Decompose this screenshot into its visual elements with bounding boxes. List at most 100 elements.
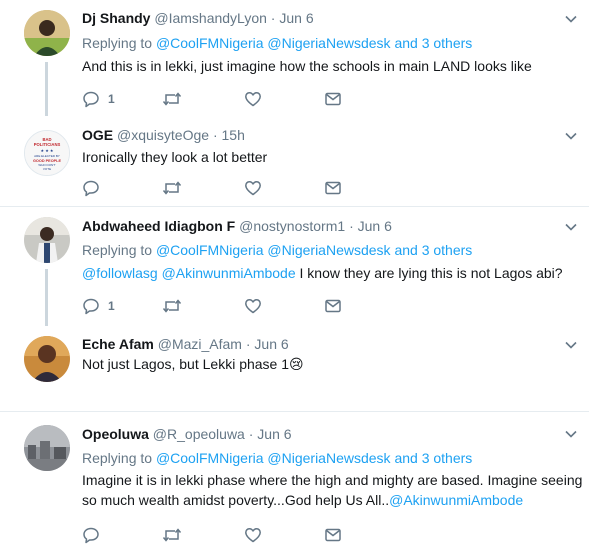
others-link[interactable]: and 3 others bbox=[394, 450, 472, 466]
like-button[interactable] bbox=[244, 525, 262, 545]
display-name[interactable]: Abdwaheed Idiagbon F bbox=[82, 218, 235, 234]
reply-button[interactable] bbox=[82, 525, 100, 545]
tweet-abdwaheed[interactable]: Abdwaheed Idiagbon F @nostynostorm1 · Ju… bbox=[0, 207, 589, 326]
direct-message-icon bbox=[324, 179, 342, 197]
separator-dot: · bbox=[212, 127, 218, 143]
separator-dot: · bbox=[248, 426, 254, 442]
retweet-icon bbox=[162, 179, 182, 197]
display-name[interactable]: Opeoluwa bbox=[82, 426, 149, 442]
avatar[interactable] bbox=[24, 217, 70, 263]
reply-count: 1 bbox=[108, 92, 115, 106]
others-link[interactable]: and 3 others bbox=[394, 35, 472, 51]
retweet-icon bbox=[162, 297, 182, 315]
tweet-header: OGE @xquisyteOge · 15h bbox=[82, 126, 245, 144]
tweet-dj-shandy[interactable]: Dj Shandy @IamshandyLyon · Jun 6 Replyin… bbox=[0, 0, 589, 116]
mention-link[interactable]: @NigeriaNewsdesk bbox=[267, 242, 390, 258]
retweet-button[interactable] bbox=[162, 525, 182, 545]
action-bar bbox=[82, 525, 382, 545]
retweet-button[interactable] bbox=[162, 89, 182, 109]
avatar[interactable] bbox=[24, 425, 70, 471]
chevron-down-icon[interactable] bbox=[564, 129, 578, 143]
mention-link[interactable]: @AkinwunmiAmbode bbox=[389, 492, 523, 508]
tweet-eche-afam[interactable]: Eche Afam @Mazi_Afam · Jun 6 Not just La… bbox=[0, 326, 589, 411]
replying-to: Replying to @CoolFMNigeria @NigeriaNewsd… bbox=[82, 34, 472, 52]
direct-message-icon bbox=[324, 526, 342, 544]
timestamp[interactable]: Jun 6 bbox=[257, 426, 291, 442]
retweet-icon bbox=[162, 526, 182, 544]
retweet-button[interactable] bbox=[162, 178, 182, 198]
like-button[interactable] bbox=[244, 89, 262, 109]
badge-line: POLITICIANS bbox=[34, 142, 61, 147]
like-button[interactable] bbox=[244, 296, 262, 316]
retweet-button[interactable] bbox=[162, 296, 182, 316]
reply-button[interactable] bbox=[82, 178, 100, 198]
action-bar: 1 bbox=[82, 296, 382, 316]
reply-button[interactable]: 1 bbox=[82, 296, 115, 316]
like-icon bbox=[244, 297, 262, 315]
avatar[interactable] bbox=[24, 336, 70, 382]
reply-icon bbox=[82, 90, 100, 108]
mention-link[interactable]: @NigeriaNewsdesk bbox=[267, 450, 390, 466]
like-button[interactable] bbox=[244, 178, 262, 198]
mention-link[interactable]: @NigeriaNewsdesk bbox=[267, 35, 390, 51]
tweet-text: Ironically they look a lot better bbox=[82, 149, 268, 165]
direct-message-button[interactable] bbox=[324, 296, 342, 316]
avatar[interactable]: BAD POLITICIANS ★ ★ ★ ARE ELECTED BY GOO… bbox=[24, 130, 70, 176]
like-icon bbox=[244, 179, 262, 197]
reply-button[interactable]: 1 bbox=[82, 89, 115, 109]
direct-message-button[interactable] bbox=[324, 89, 342, 109]
mention-link[interactable]: @followlasg bbox=[82, 265, 158, 281]
display-name[interactable]: OGE bbox=[82, 127, 113, 143]
mention-link[interactable]: @CoolFMNigeria bbox=[156, 242, 264, 258]
svg-text:★ ★ ★: ★ ★ ★ bbox=[41, 148, 54, 153]
tweet-text-line: Imagine it is in lekki phase where the h… bbox=[82, 472, 583, 488]
reply-icon bbox=[82, 179, 100, 197]
separator-dot: · bbox=[245, 336, 251, 352]
user-handle[interactable]: @Mazi_Afam bbox=[158, 336, 242, 352]
user-handle[interactable]: @nostynostorm1 bbox=[239, 218, 345, 234]
mention-link[interactable]: @AkinwunmiAmbode bbox=[162, 265, 296, 281]
tweet-oge[interactable]: BAD POLITICIANS ★ ★ ★ ARE ELECTED BY GOO… bbox=[0, 116, 589, 206]
mention-link[interactable]: @CoolFMNigeria bbox=[156, 35, 264, 51]
tweet-header: Dj Shandy @IamshandyLyon · Jun 6 bbox=[82, 9, 314, 27]
user-handle[interactable]: @IamshandyLyon bbox=[154, 10, 267, 26]
replying-prefix: Replying to bbox=[82, 450, 153, 466]
separator-dot: · bbox=[349, 218, 354, 234]
mention-link[interactable]: @CoolFMNigeria bbox=[156, 450, 264, 466]
action-bar: 1 bbox=[82, 89, 382, 109]
tweet-text-line: so much wealth amidst poverty...God help… bbox=[82, 490, 582, 510]
timestamp[interactable]: Jun 6 bbox=[254, 336, 288, 352]
display-name[interactable]: Dj Shandy bbox=[82, 10, 150, 26]
tweet-text: @followlasg @AkinwunmiAmbode I know they… bbox=[82, 263, 563, 283]
action-bar bbox=[82, 178, 382, 198]
replying-to: Replying to @CoolFMNigeria @NigeriaNewsd… bbox=[82, 241, 472, 259]
thread-line bbox=[45, 269, 48, 326]
user-handle[interactable]: @R_opeoluwa bbox=[153, 426, 245, 442]
tweet-text-body: I know they are lying this is not Lagos … bbox=[299, 265, 563, 281]
chevron-down-icon[interactable] bbox=[564, 220, 578, 234]
replying-prefix: Replying to bbox=[82, 35, 153, 51]
separator-dot: · bbox=[270, 10, 276, 26]
chevron-down-icon[interactable] bbox=[564, 12, 578, 26]
direct-message-button[interactable] bbox=[324, 178, 342, 198]
tweet-text: And this is in lekki, just imagine how t… bbox=[82, 58, 532, 74]
timestamp[interactable]: Jun 6 bbox=[279, 10, 313, 26]
user-handle[interactable]: @xquisyteOge bbox=[117, 127, 209, 143]
timestamp[interactable]: Jun 6 bbox=[358, 218, 392, 234]
replying-to: Replying to @CoolFMNigeria @NigeriaNewsd… bbox=[82, 449, 472, 467]
reply-icon bbox=[82, 297, 100, 315]
badge-line: ARE ELECTED BY bbox=[34, 154, 60, 158]
direct-message-icon bbox=[324, 90, 342, 108]
timestamp[interactable]: 15h bbox=[222, 127, 245, 143]
tweet-text: Imagine it is in lekki phase where the h… bbox=[82, 470, 582, 510]
direct-message-button[interactable] bbox=[324, 525, 342, 545]
avatar[interactable] bbox=[24, 10, 70, 56]
chevron-down-icon[interactable] bbox=[564, 427, 578, 441]
tweet-header: Opeoluwa @R_opeoluwa · Jun 6 bbox=[82, 425, 292, 443]
replying-prefix: Replying to bbox=[82, 242, 153, 258]
display-name[interactable]: Eche Afam bbox=[82, 336, 154, 352]
tweet-opeoluwa[interactable]: Opeoluwa @R_opeoluwa · Jun 6 Replying to… bbox=[0, 412, 589, 549]
others-link[interactable]: and 3 others bbox=[394, 242, 472, 258]
crying-face-emoji: 😢 bbox=[289, 356, 304, 372]
chevron-down-icon[interactable] bbox=[564, 338, 578, 352]
